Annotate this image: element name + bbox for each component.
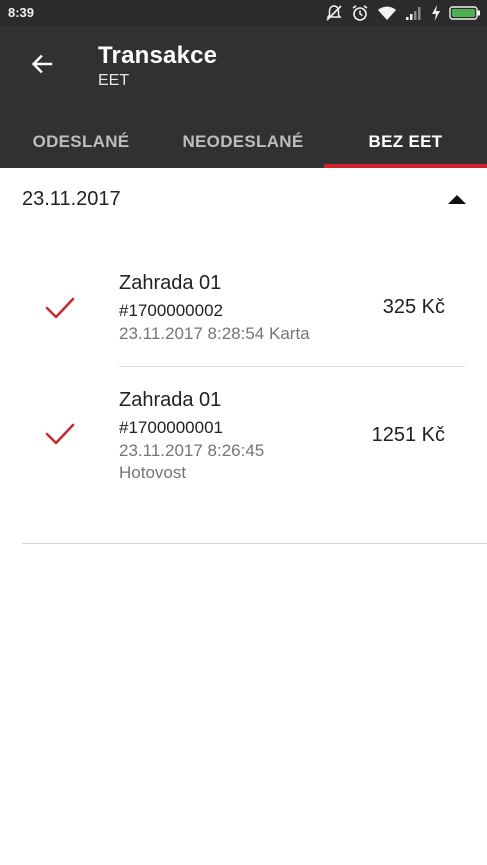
tab-neodeslane[interactable]: NEODESLANÉ bbox=[162, 116, 324, 168]
transaction-meta: 23.11.2017 8:28:54 Karta bbox=[119, 323, 310, 345]
transaction-number: #1700000001 bbox=[119, 418, 224, 437]
tab-bar: ODESLANÉ NEODESLANÉ BEZ EET bbox=[0, 116, 487, 168]
collapse-button[interactable] bbox=[445, 191, 469, 211]
alarm-icon bbox=[351, 4, 369, 22]
page-title: Transakce bbox=[98, 42, 218, 69]
tab-label: ODESLANÉ bbox=[32, 132, 130, 151]
date-group-header: 23.11.2017 bbox=[22, 188, 121, 210]
transaction-list: 23.11.2017 Zahrada 01 #1700000002 23.11.… bbox=[0, 168, 487, 865]
transaction-name: Zahrada 01 bbox=[119, 389, 222, 411]
back-button[interactable] bbox=[24, 48, 60, 84]
arrow-left-icon bbox=[30, 52, 54, 81]
transaction-meta-line2: Hotovost bbox=[119, 463, 187, 482]
group-divider bbox=[22, 543, 487, 544]
transaction-row[interactable]: Zahrada 01 #1700000002 23.11.2017 8:28:5… bbox=[0, 260, 487, 360]
row-divider bbox=[119, 366, 465, 367]
mute-icon bbox=[325, 4, 343, 22]
page-subtitle: EET bbox=[98, 72, 130, 89]
transaction-meta: 23.11.2017 8:26:45 Hotovost bbox=[119, 440, 264, 484]
status-time: 8:39 bbox=[8, 5, 35, 20]
check-icon bbox=[44, 420, 76, 448]
charging-icon bbox=[431, 5, 441, 21]
app-bar: Transakce EET ODESLANÉ NEODESLANÉ BEZ EE… bbox=[0, 26, 487, 168]
transaction-amount: 1251 Kč bbox=[371, 424, 445, 446]
transaction-row[interactable]: Zahrada 01 #1700000001 23.11.2017 8:26:4… bbox=[0, 378, 487, 493]
tab-label: BEZ EET bbox=[368, 132, 443, 151]
transaction-name: Zahrada 01 bbox=[119, 272, 222, 294]
battery-icon bbox=[449, 5, 481, 21]
triangle-up-icon bbox=[447, 192, 467, 210]
tab-label: NEODESLANÉ bbox=[182, 132, 304, 151]
status-icons bbox=[325, 3, 481, 23]
signal-icon bbox=[405, 5, 423, 21]
wifi-icon bbox=[377, 5, 397, 21]
status-bar: 8:39 bbox=[0, 0, 487, 26]
tab-odeslane[interactable]: ODESLANÉ bbox=[0, 116, 162, 168]
check-icon bbox=[44, 294, 76, 322]
tab-bez-eet[interactable]: BEZ EET bbox=[324, 116, 487, 168]
transaction-meta-line1: 23.11.2017 8:26:45 bbox=[119, 441, 265, 460]
transaction-number: #1700000002 bbox=[119, 301, 224, 320]
transaction-amount: 325 Kč bbox=[382, 296, 445, 318]
transaction-meta-line1: 23.11.2017 8:28:54 Karta bbox=[119, 324, 310, 343]
